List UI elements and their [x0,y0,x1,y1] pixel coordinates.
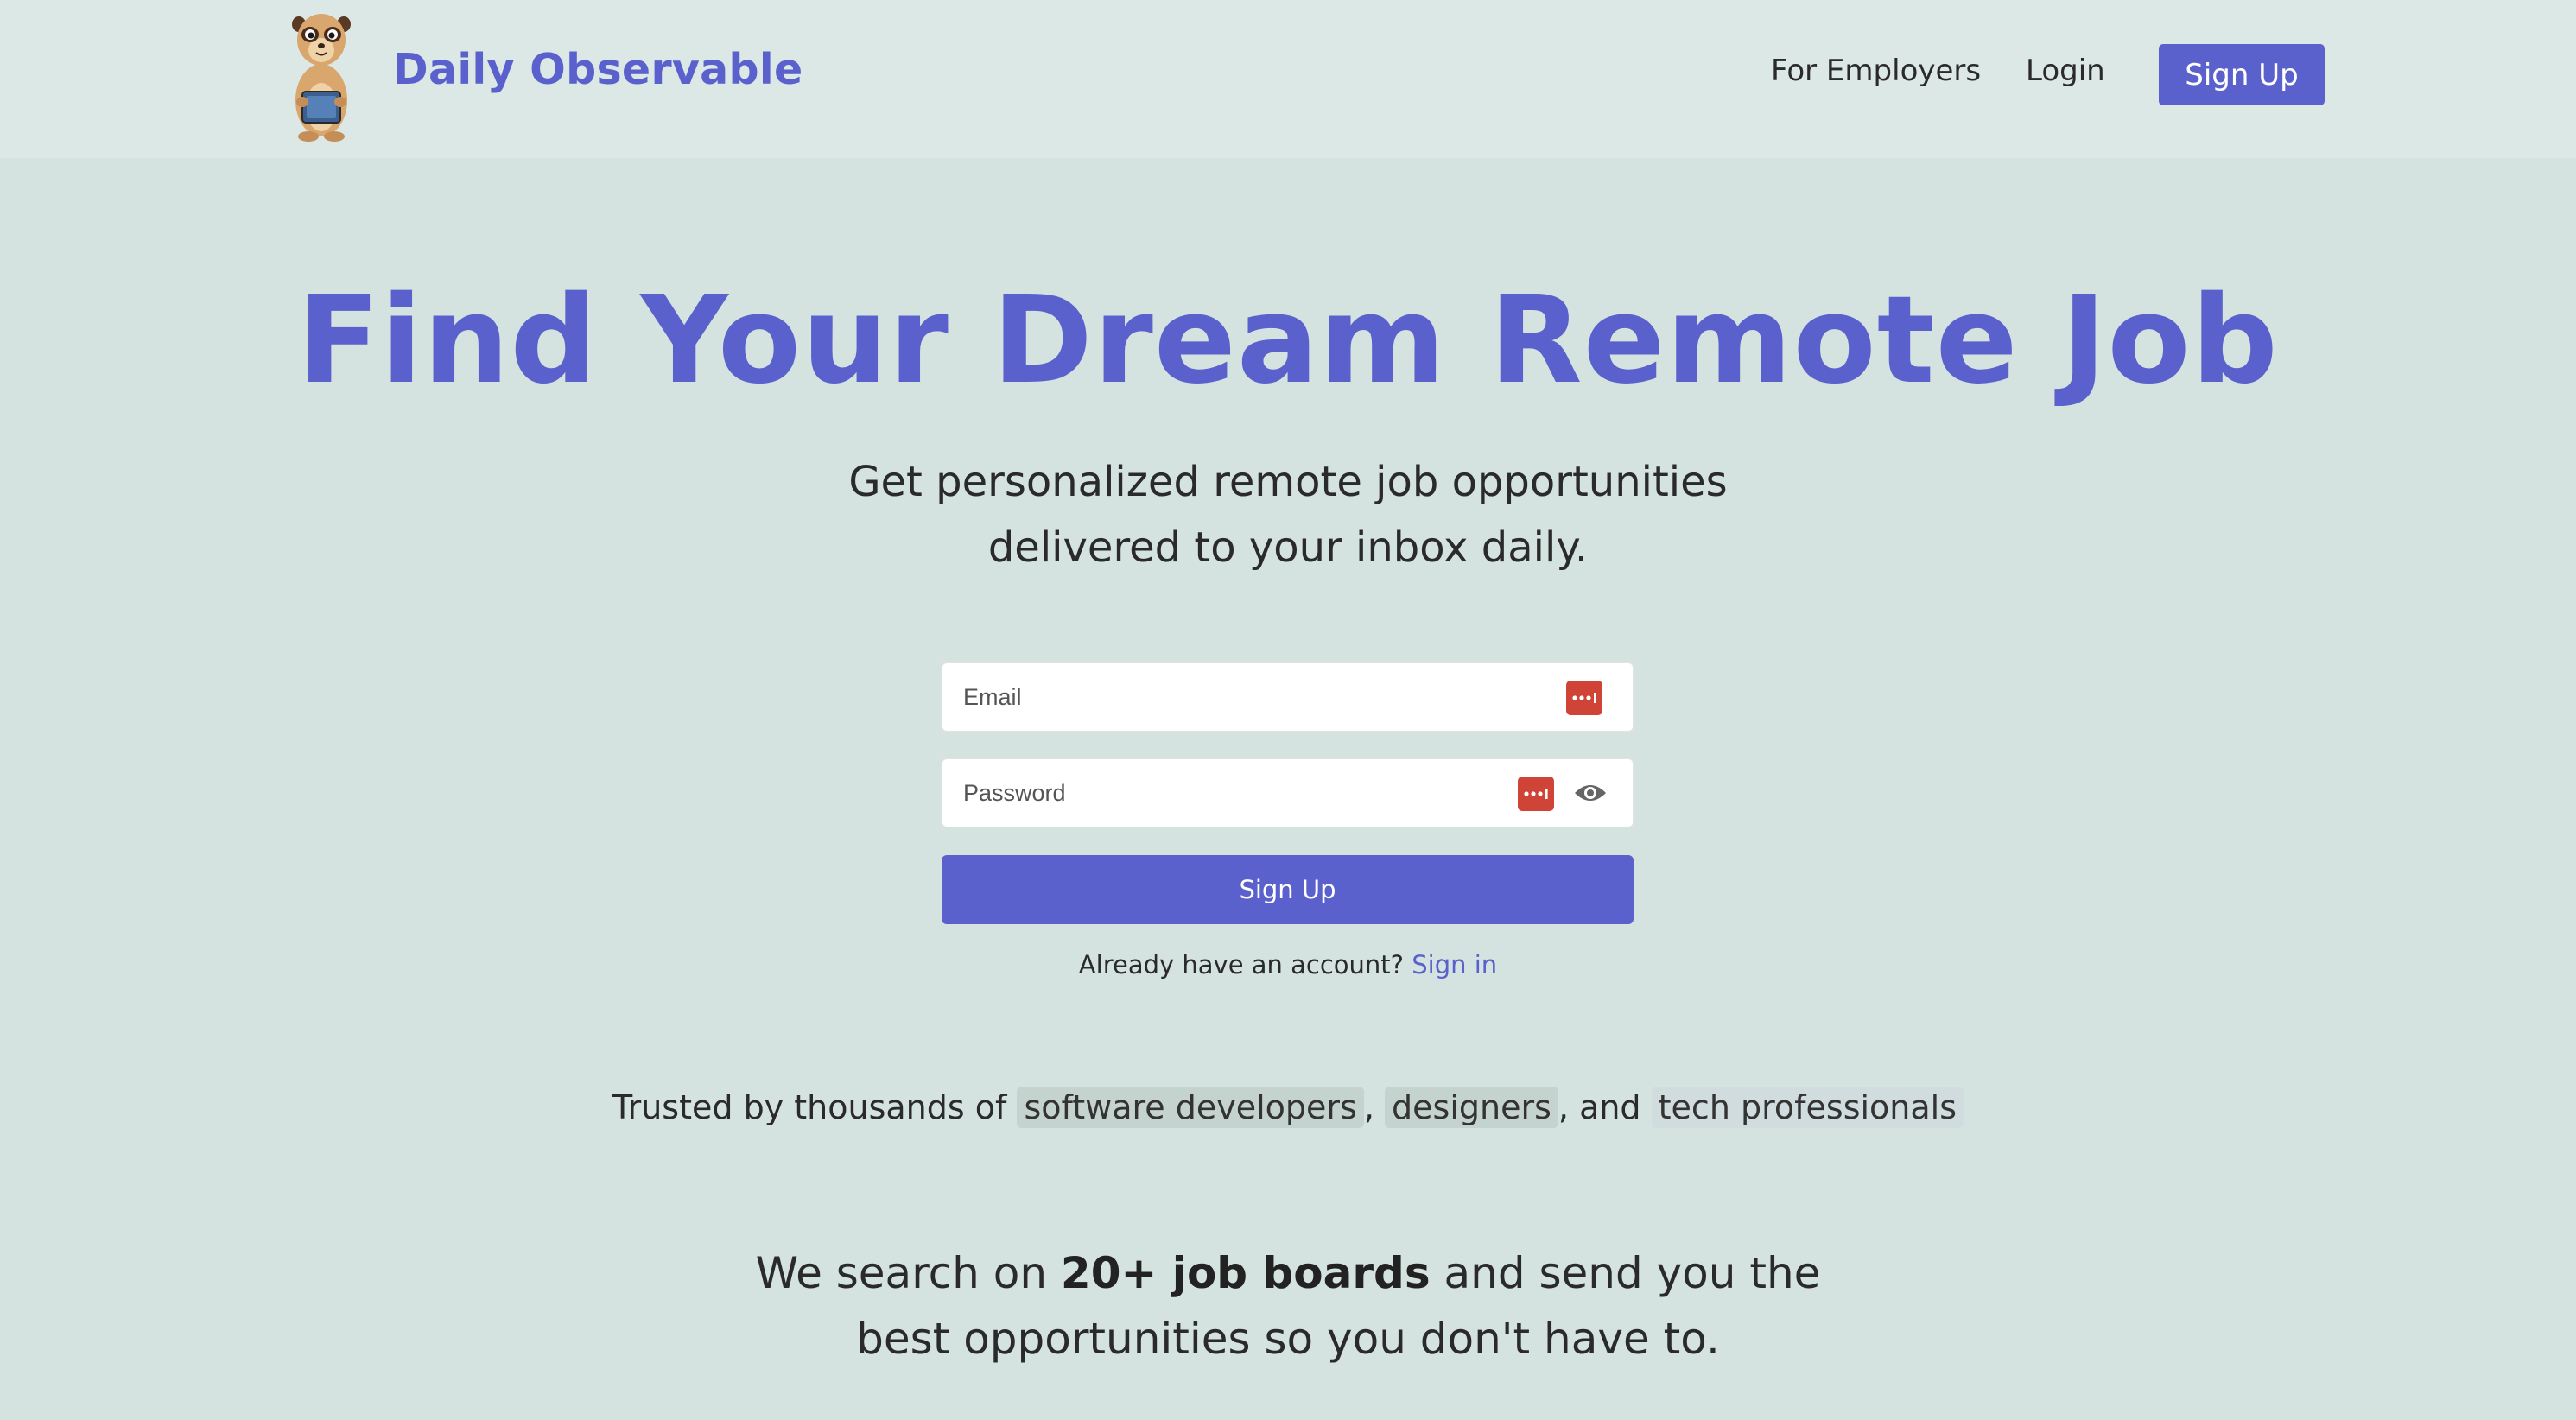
hero-title: Find Your Dream Remote Job [297,270,2279,411]
nav-for-employers[interactable]: For Employers [1771,54,1981,88]
audience-chip-designers: designers [1385,1087,1558,1128]
audience-chip-software-developers: software developers [1017,1087,1364,1128]
email-field-container [942,662,1634,732]
nav-login[interactable]: Login [2026,54,2105,88]
password-field-container [942,758,1634,827]
value-proposition-line-1: We search on 20+ job boards and send you… [0,1240,2576,1306]
nav-sign-up-button[interactable]: Sign Up [2159,44,2325,105]
trusted-separator: , [1363,1088,1374,1126]
pitch-suffix: and send you the [1443,1248,1821,1298]
trusted-separator: , and [1558,1088,1641,1126]
site-header: Daily Observable For Employers Login Sig… [0,0,2576,158]
brand-name[interactable]: Daily Observable [393,45,803,94]
sign-in-link[interactable]: Sign in [1412,950,1497,979]
sign-in-prompt: Already have an account? Sign in [0,950,2576,979]
hero-subtitle-line-2: delivered to your inbox daily. [987,523,1589,572]
value-proposition: We search on 20+ job boards and send you… [0,1240,2576,1372]
password-manager-icon[interactable] [1518,777,1554,811]
email-input[interactable] [942,663,1633,731]
already-have-account-text: Already have an account? [1078,950,1405,979]
hero-subtitle-line-1: Get personalized remote job opportunitie… [848,458,1728,506]
show-password-eye-icon[interactable] [1573,780,1608,806]
hero-subtitle: Get personalized remote job opportunitie… [0,449,2576,580]
audience-chip-tech-professionals: tech professionals [1651,1087,1964,1128]
pitch-prefix: We search on [755,1248,1048,1298]
password-manager-icon[interactable] [1566,681,1602,715]
trusted-by-line: Trusted by thousands of software develop… [0,1087,2576,1128]
meerkat-mascot-icon[interactable] [278,5,365,143]
pitch-highlight: 20+ job boards [1060,1248,1431,1298]
value-proposition-line-2: best opportunities so you don't have to. [856,1314,1720,1364]
trusted-prefix: Trusted by thousands of [612,1088,1007,1126]
sign-up-submit-button[interactable]: Sign Up [942,855,1634,924]
